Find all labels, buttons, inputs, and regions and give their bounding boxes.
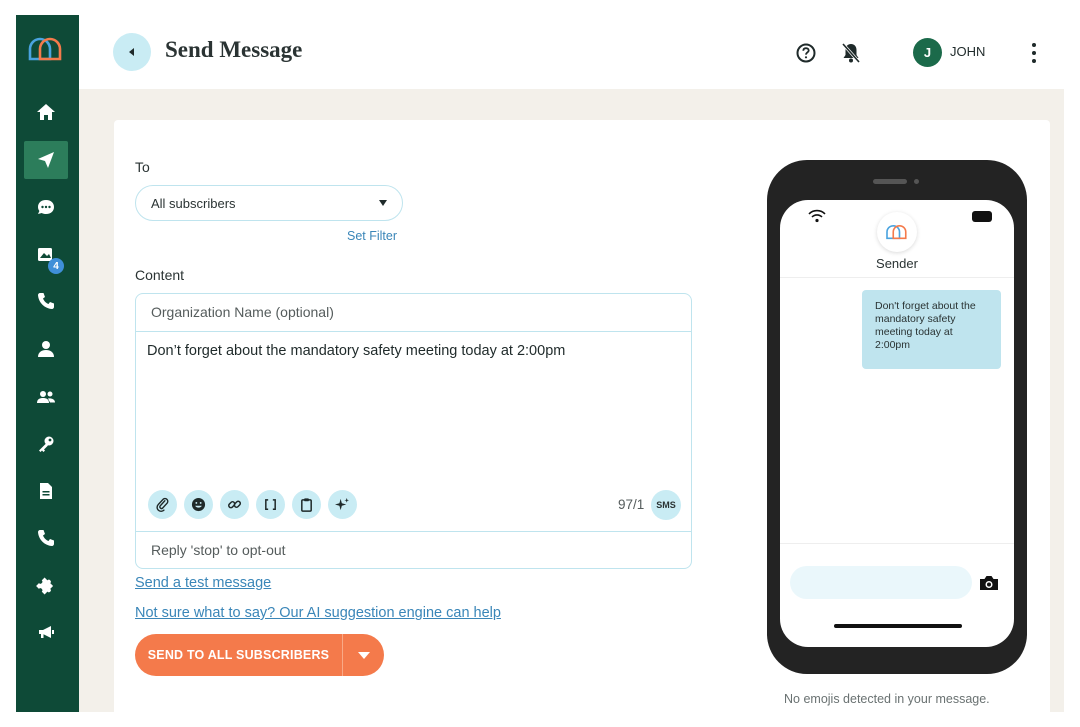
document-icon (40, 483, 52, 499)
divider (780, 543, 1014, 544)
home-indicator (834, 624, 962, 628)
puzzle-icon (36, 577, 54, 595)
sidebar-item-keys[interactable] (24, 425, 68, 463)
phone-preview: Sender Don't forget about the mandatory … (767, 160, 1027, 674)
attach-button[interactable] (148, 490, 177, 519)
recipient-select-value: All subscribers (151, 195, 236, 211)
organization-name-input[interactable]: Organization Name (optional) (136, 294, 691, 332)
chat-icon (38, 200, 54, 214)
sender-name: Sender (876, 256, 918, 271)
opt-out-footer: Reply 'stop' to opt-out (136, 531, 691, 569)
character-counter: 97/1 (618, 497, 645, 512)
clipboard-icon (301, 498, 312, 512)
set-filter-link[interactable]: Set Filter (347, 229, 397, 243)
megaphone-icon (39, 626, 54, 638)
sidebar-item-integrations[interactable] (24, 566, 68, 604)
send-to-all-button[interactable]: SEND TO ALL SUBSCRIBERS (135, 648, 342, 662)
sms-badge: SMS (651, 490, 681, 520)
phone-icon (38, 530, 54, 546)
sidebar-item-home[interactable] (24, 93, 68, 131)
phone-speaker (873, 179, 907, 184)
send-button-group: SEND TO ALL SUBSCRIBERS (135, 634, 384, 676)
brand-logo-icon (886, 224, 907, 240)
user-avatar[interactable]: J (913, 38, 942, 67)
sidebar-item-calls[interactable] (24, 282, 68, 320)
sparkle-icon (335, 497, 350, 511)
editor-toolbar (148, 490, 357, 519)
sidebar-item-chat[interactable] (24, 188, 68, 226)
content-label: Content (135, 267, 185, 283)
more-vertical-icon[interactable] (1024, 41, 1044, 65)
person-icon (38, 341, 54, 357)
sidebar-item-voice[interactable] (24, 519, 68, 557)
sender-avatar (877, 212, 917, 252)
sidebar-item-contact[interactable] (24, 330, 68, 368)
help-icon[interactable] (795, 42, 817, 64)
phone-icon (38, 293, 54, 309)
send-icon (38, 152, 54, 168)
emoji-icon (191, 497, 206, 512)
battery-icon (972, 211, 992, 222)
divider (780, 277, 1014, 278)
bell-off-icon[interactable] (839, 41, 863, 65)
camera-icon (980, 576, 998, 590)
link-button[interactable] (220, 490, 249, 519)
caret-down-icon (379, 200, 387, 206)
send-options-button[interactable] (343, 634, 384, 676)
recipient-select[interactable]: All subscribers (135, 185, 403, 221)
ai-assist-button[interactable] (328, 490, 357, 519)
notification-badge: 4 (48, 258, 64, 274)
wifi-icon (808, 209, 826, 223)
top-bar: Send Message J JOHN (79, 15, 1064, 89)
home-icon (37, 104, 55, 120)
paperclip-icon (156, 497, 169, 512)
emoji-button[interactable] (184, 490, 213, 519)
message-bubble: Don't forget about the mandatory safety … (862, 290, 1001, 369)
sidebar-item-documents[interactable] (24, 472, 68, 510)
link-icon (228, 500, 242, 509)
key-icon (39, 436, 54, 452)
send-test-message-link[interactable]: Send a test message (135, 575, 271, 591)
phone-screen: Sender Don't forget about the mandatory … (780, 200, 1014, 647)
phone-message-input (790, 566, 972, 599)
sidebar-item-groups[interactable] (24, 378, 68, 416)
message-textarea[interactable]: Don’t forget about the mandatory safety … (147, 343, 565, 359)
people-icon (37, 391, 55, 403)
phone-camera-dot (914, 179, 919, 184)
chevron-left-icon (129, 48, 134, 56)
sidebar-item-media[interactable]: 4 (24, 236, 68, 274)
brand-logo-icon[interactable] (24, 33, 68, 65)
template-button[interactable] (292, 490, 321, 519)
merge-field-button[interactable] (256, 490, 285, 519)
sidebar-item-broadcast[interactable] (24, 613, 68, 651)
page-title: Send Message (165, 37, 303, 62)
ai-suggestion-link[interactable]: Not sure what to say? Our AI suggestion … (135, 605, 501, 621)
message-editor: Organization Name (optional) Don’t forge… (135, 293, 692, 569)
emoji-status-text: No emojis detected in your message. (784, 692, 990, 706)
caret-down-icon (357, 651, 370, 659)
brackets-icon (265, 499, 276, 510)
user-name[interactable]: JOHN (950, 44, 985, 59)
to-label: To (135, 159, 150, 175)
sidebar-item-send[interactable] (24, 141, 68, 179)
back-button[interactable] (113, 33, 151, 71)
sidebar: 4 (16, 15, 79, 712)
